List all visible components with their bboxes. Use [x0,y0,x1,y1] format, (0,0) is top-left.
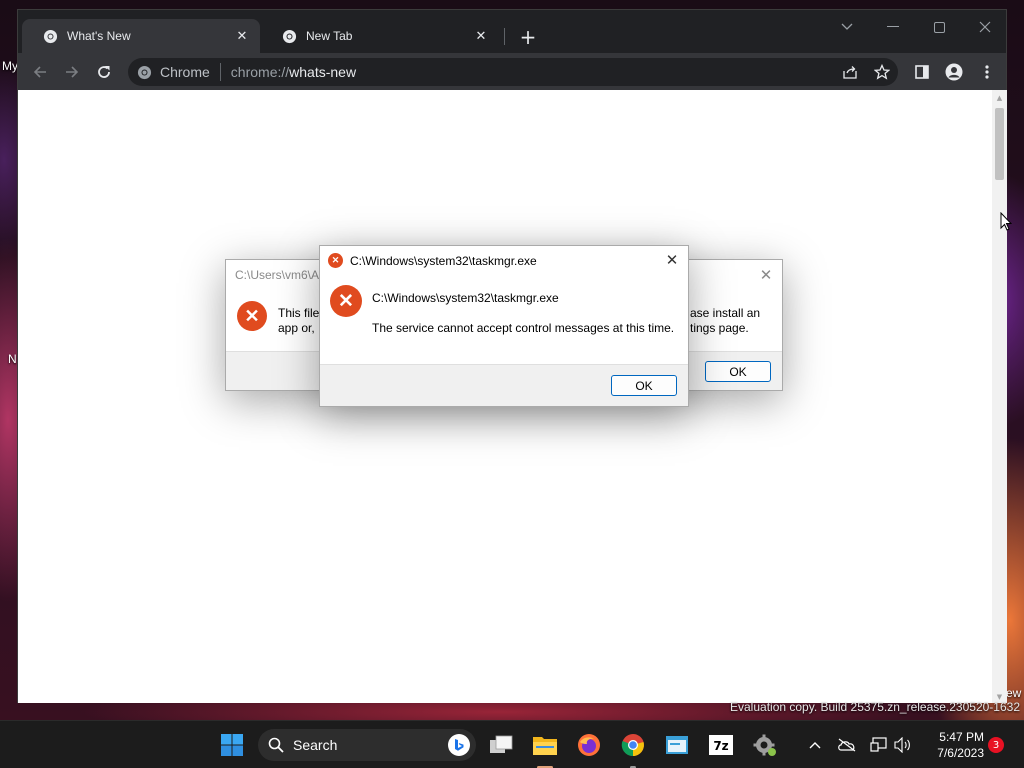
dialog-message: The service cannot accept control messag… [372,321,675,335]
browser-toolbar: Chrome chrome://whats-new [18,53,1006,90]
url-scheme: chrome:// [230,64,290,80]
address-bar[interactable]: Chrome chrome://whats-new [128,58,898,86]
minimize-button[interactable] [876,16,910,38]
close-tab-icon[interactable]: ✕ [473,28,489,44]
maximize-button[interactable] [922,16,956,38]
message-line: This file [278,306,320,320]
error-icon: ✕ [330,285,362,317]
taskbar-search-box[interactable]: Search [258,729,476,761]
tab-separator [504,28,505,45]
more-menu-icon[interactable] [976,61,998,83]
desktop-icon-label[interactable]: My [2,59,18,73]
bing-icon[interactable] [448,734,470,756]
message-line: ase install an [690,306,761,320]
tab-strip: What's New ✕ New Tab ✕ + [18,10,1006,53]
taskbar: Search 7z 5:47 PM 7/6/2023 3 [0,720,1024,768]
notification-badge[interactable]: 3 [988,737,1004,753]
clock-time: 5:47 PM [939,730,984,744]
scroll-up-icon[interactable]: ▲ [995,94,1004,102]
network-icon[interactable] [868,734,890,756]
ok-button[interactable]: OK [611,375,677,396]
mouse-cursor-icon [1000,212,1012,231]
reload-icon[interactable] [93,61,115,83]
message-line: app or, [278,321,315,335]
message-line: tings page. [690,321,749,335]
dialog-message-left: This file app or, [278,306,319,336]
settings-icon[interactable] [750,730,780,760]
profile-icon[interactable] [943,61,965,83]
chrome-icon[interactable] [618,730,648,760]
volume-icon[interactable] [892,734,914,756]
app-icon[interactable] [662,730,692,760]
forward-icon[interactable] [61,61,83,83]
site-chip[interactable]: Chrome [136,64,210,80]
task-view-icon[interactable] [486,730,516,760]
dialog-heading: C:\Windows\system32\taskmgr.exe [372,291,559,305]
chrome-icon [136,64,152,80]
error-small-icon: ✕ [328,253,343,268]
desktop-icon-label[interactable]: N [8,352,17,366]
vertical-scrollbar[interactable]: ▲ ▼ [992,90,1007,703]
dialog-title: C:\Windows\system32\taskmgr.exe [350,253,537,268]
site-chip-label: Chrome [160,64,210,80]
close-icon[interactable]: ✕ [662,250,682,270]
chrome-icon [42,28,58,44]
tab-search-chevron-icon[interactable] [830,16,864,38]
back-icon[interactable] [29,61,51,83]
error-icon: ✕ [237,301,267,331]
tab-title: What's New [67,29,131,43]
omnibox-divider [219,63,221,81]
url-host: whats-new [289,64,357,80]
search-label: Search [293,737,338,753]
7zip-icon[interactable]: 7z [706,730,736,760]
start-icon[interactable] [217,730,247,760]
dialog-footer: OK [320,364,688,406]
taskbar-clock[interactable]: 5:47 PM 7/6/2023 [916,729,984,761]
taskmgr-error-dialog: ✕ C:\Windows\system32\taskmgr.exe ✕ ✕ C:… [319,245,689,407]
close-icon[interactable]: ✕ [756,265,776,285]
file-explorer-icon[interactable] [530,730,560,760]
tab-whats-new[interactable]: What's New ✕ [22,19,260,53]
firefox-icon[interactable] [574,730,604,760]
close-window-button[interactable] [968,16,1002,38]
bookmark-star-icon[interactable] [870,58,894,86]
dialog-message-right: ase install an tings page. [690,306,760,336]
clock-date: 7/6/2023 [937,746,984,760]
dialog-titlebar: ✕ C:\Windows\system32\taskmgr.exe ✕ [320,246,688,275]
svg-text:7z: 7z [713,739,728,753]
chrome-icon [281,28,297,44]
show-hidden-icons-chevron-icon[interactable] [804,734,826,756]
scrollbar-thumb[interactable] [995,108,1004,180]
tab-title: New Tab [306,29,353,43]
close-tab-icon[interactable]: ✕ [234,28,250,44]
dialog-body: ✕ C:\Windows\system32\taskmgr.exe The se… [320,275,688,364]
desktop-icon-label[interactable]: ew [1006,686,1021,700]
search-icon [268,737,284,753]
side-panel-icon[interactable] [911,61,933,83]
tab-new-tab[interactable]: New Tab ✕ [261,19,499,53]
evaluation-watermark: Evaluation copy. Build 25375.zn_release.… [730,700,1020,714]
dialog-title: C:\Users\vm6\A [235,267,320,282]
ok-button[interactable]: OK [705,361,771,382]
new-tab-button[interactable]: + [515,25,541,49]
onedrive-offline-icon[interactable] [836,734,858,756]
share-icon[interactable] [838,58,862,86]
